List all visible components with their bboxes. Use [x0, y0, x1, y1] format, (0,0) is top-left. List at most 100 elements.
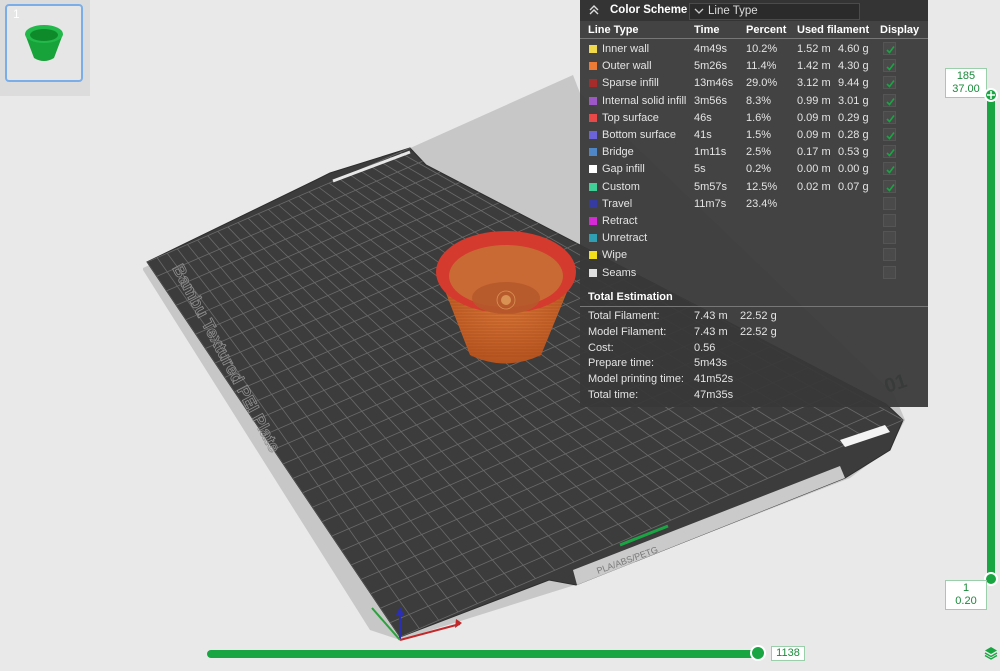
- display-checkbox[interactable]: [883, 93, 896, 107]
- display-checkbox[interactable]: [883, 265, 896, 279]
- line-type-row: Internal solid infill 3m56s 8.3% 0.99 m 3.01…: [580, 93, 928, 110]
- total-estimation-row: Prepare time: 5m43s: [580, 357, 928, 373]
- estimation-label: Model printing time:: [588, 373, 684, 386]
- collapse-up-icon[interactable]: [587, 3, 601, 17]
- line-type-name: Retract: [602, 215, 638, 227]
- line-type-name: Seams: [602, 266, 637, 279]
- line-type-percent: 1.5%: [746, 129, 772, 141]
- line-type-percent: 0.2%: [746, 163, 772, 176]
- line-type-time: 4m49s: [694, 43, 728, 55]
- line-type-percent: 29.0%: [746, 77, 778, 90]
- line-type-row: Bottom surface 41s 1.5% 0.09 m 0.28 g: [580, 127, 928, 144]
- line-type-row: Unretract: [580, 230, 928, 247]
- display-checkbox[interactable]: [883, 128, 896, 141]
- checkmark-icon: [886, 46, 895, 54]
- line-type-name: Gap infill: [602, 163, 645, 176]
- display-checkbox[interactable]: [883, 214, 896, 227]
- line-type-row: Gap infill 5s 0.2% 0.00 m 0.00 g: [580, 161, 928, 178]
- line-type-weight: 4.30 g: [838, 60, 869, 73]
- bottom-layer-height: 0.20: [955, 595, 977, 607]
- line-type-row: Wipe: [580, 247, 928, 264]
- plus-icon: [987, 91, 995, 99]
- layers-icon[interactable]: [984, 646, 998, 660]
- estimation-label: Total Filament:: [588, 310, 660, 322]
- display-checkbox[interactable]: [883, 110, 896, 124]
- move-slider-handle[interactable]: [750, 645, 766, 661]
- line-type-name: Wipe: [602, 249, 628, 262]
- header-line-type: Line Type: [588, 24, 639, 36]
- line-type-time: 5m57s: [694, 180, 728, 193]
- layer-slider-top-label: 185 37.00: [945, 68, 987, 98]
- line-type-name: Bridge: [602, 146, 634, 159]
- line-type-swatch: [589, 182, 597, 191]
- line-type-swatch: [589, 165, 597, 174]
- display-checkbox[interactable]: [883, 162, 896, 176]
- line-type-name: Bottom surface: [602, 129, 676, 141]
- layer-slider-bottom-label: 1 0.20: [945, 580, 987, 610]
- total-estimation-row: Model Filament: 7.43 m 22.52 g: [580, 326, 928, 342]
- checkmark-icon: [886, 166, 895, 175]
- line-type-swatch: [589, 217, 597, 225]
- estimation-value-secondary: 22.52 g: [740, 310, 777, 322]
- line-type-swatch: [589, 148, 597, 157]
- plate-thumbnail[interactable]: 1: [5, 4, 83, 82]
- line-type-row: Seams: [580, 265, 928, 282]
- line-type-name: Unretract: [602, 232, 648, 245]
- line-type-swatch: [589, 79, 597, 88]
- line-type-weight: 0.28 g: [838, 129, 869, 141]
- estimation-value: 41m52s: [694, 373, 734, 386]
- line-type-name: Top surface: [602, 111, 659, 124]
- header-percent: Percent: [746, 24, 787, 36]
- line-type-time: 5m26s: [694, 60, 728, 73]
- display-checkbox[interactable]: [883, 76, 896, 90]
- total-estimation-row: Model printing time: 41m52s: [580, 373, 928, 389]
- total-divider: [580, 306, 928, 307]
- line-type-length: 0.17 m: [797, 146, 831, 159]
- estimation-label: Prepare time:: [588, 357, 655, 370]
- display-checkbox[interactable]: [883, 196, 896, 210]
- line-type-swatch: [589, 45, 597, 53]
- display-checkbox[interactable]: [883, 231, 896, 245]
- chevron-down-icon: [694, 8, 704, 14]
- total-estimation-row: Total Filament: 7.43 m 22.52 g: [580, 310, 928, 326]
- line-type-weight: 0.29 g: [838, 111, 869, 124]
- display-checkbox[interactable]: [883, 248, 896, 262]
- line-type-percent: 2.5%: [746, 146, 772, 159]
- line-type-name: Inner wall: [602, 43, 650, 55]
- line-type-time: 3m56s: [694, 94, 728, 107]
- line-type-percent: 8.3%: [746, 94, 772, 107]
- header-used-filament: Used filament: [797, 24, 870, 36]
- display-checkbox[interactable]: [883, 42, 896, 55]
- estimation-label: Total time:: [588, 389, 639, 401]
- estimation-value: 7.43 m: [694, 310, 728, 322]
- line-type-row: Retract: [580, 213, 928, 230]
- line-type-percent: 11.4%: [746, 60, 777, 73]
- display-checkbox[interactable]: [883, 145, 896, 159]
- line-type-row: Bridge 1m11s 2.5% 0.17 m 0.53 g: [580, 144, 928, 161]
- estimation-value: 0.56: [694, 341, 716, 354]
- line-type-weight: 9.44 g: [838, 77, 869, 90]
- line-type-time: 13m46s: [694, 77, 734, 90]
- color-scheme-title: Color Scheme: [610, 4, 688, 16]
- line-type-name: Travel: [602, 197, 633, 210]
- line-type-length: 0.09 m: [797, 111, 831, 124]
- total-estimation-title: Total Estimation: [588, 291, 673, 303]
- display-checkbox[interactable]: [883, 59, 896, 73]
- total-estimation-row: Total time: 47m35s: [580, 389, 928, 405]
- bottom-layer-number: 1: [962, 582, 970, 594]
- line-type-length: 3.12 m: [797, 77, 831, 90]
- color-scheme-select[interactable]: Line Type: [689, 3, 860, 20]
- move-slider-value: 1138: [771, 646, 805, 661]
- layer-slider-track[interactable]: [987, 96, 995, 580]
- header-display: Display: [880, 24, 920, 36]
- line-type-name: Custom: [602, 180, 640, 193]
- layer-slider-top-handle[interactable]: [984, 88, 998, 102]
- line-type-swatch: [589, 96, 597, 105]
- line-type-time: 41s: [694, 129, 712, 141]
- move-slider-track[interactable]: [207, 650, 763, 658]
- line-type-name: Outer wall: [602, 60, 652, 73]
- line-type-weight: 0.53 g: [838, 146, 869, 159]
- line-type-percent: 23.4%: [746, 197, 778, 210]
- plate-thumbnail-strip: 1: [0, 0, 90, 96]
- display-checkbox[interactable]: [883, 179, 896, 193]
